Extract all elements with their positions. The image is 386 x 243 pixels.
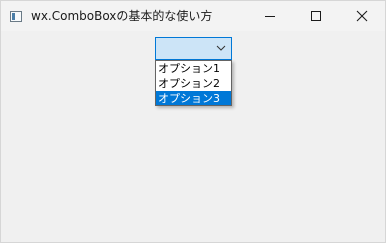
chevron-down-icon[interactable] <box>216 45 226 51</box>
combo-dropdown-list: オプション1 オプション2 オプション3 <box>155 60 232 106</box>
maximize-icon <box>311 11 321 21</box>
minimize-button[interactable] <box>247 1 293 31</box>
close-button[interactable] <box>339 1 385 31</box>
title-bar[interactable]: wx.ComboBoxの基本的な使い方 <box>1 1 385 31</box>
combo-box[interactable] <box>155 37 232 60</box>
close-icon <box>356 10 368 22</box>
combo-option-3[interactable]: オプション3 <box>156 91 231 105</box>
app-window: wx.ComboBoxの基本的な使い方 オプション1 オプション2 オプション3 <box>0 0 386 243</box>
minimize-icon <box>265 16 275 17</box>
client-area: オプション1 オプション2 オプション3 <box>1 31 385 242</box>
window-title: wx.ComboBoxの基本的な使い方 <box>31 9 213 23</box>
combo-option-2[interactable]: オプション2 <box>156 76 231 91</box>
maximize-button[interactable] <box>293 1 339 31</box>
app-window-icon <box>10 11 22 22</box>
combo-option-1[interactable]: オプション1 <box>156 61 231 76</box>
